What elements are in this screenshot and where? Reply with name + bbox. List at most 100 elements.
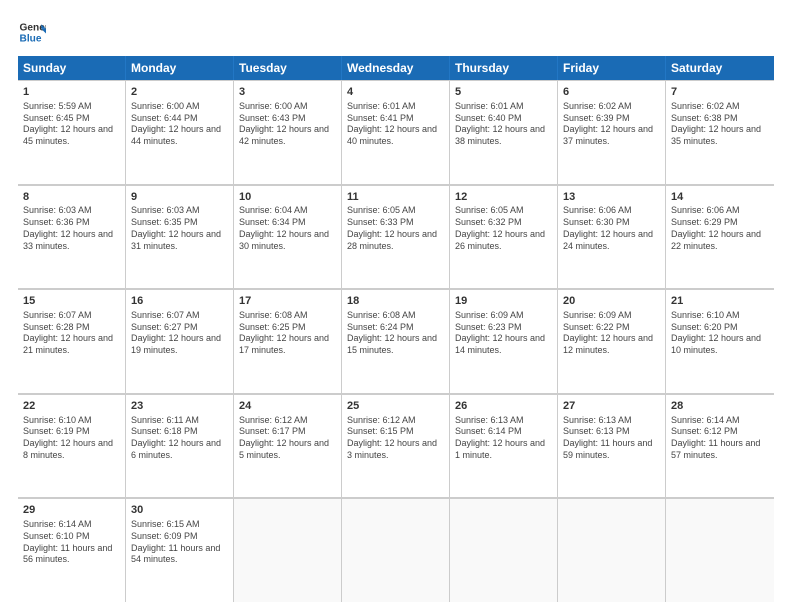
day-info: Sunrise: 6:01 AM Sunset: 6:40 PM Dayligh… bbox=[455, 101, 552, 148]
day-number: 26 bbox=[455, 399, 552, 414]
day-number: 7 bbox=[671, 85, 769, 100]
day-number: 23 bbox=[131, 399, 228, 414]
day-number: 12 bbox=[455, 190, 552, 205]
day-number: 22 bbox=[23, 399, 120, 414]
day-cell-28: 28Sunrise: 6:14 AM Sunset: 6:12 PM Dayli… bbox=[666, 394, 774, 498]
day-cell-20: 20Sunrise: 6:09 AM Sunset: 6:22 PM Dayli… bbox=[558, 289, 666, 393]
day-number: 30 bbox=[131, 503, 228, 518]
logo-icon: General Blue bbox=[18, 18, 46, 46]
calendar-row: 22Sunrise: 6:10 AM Sunset: 6:19 PM Dayli… bbox=[18, 394, 774, 499]
day-info: Sunrise: 6:08 AM Sunset: 6:25 PM Dayligh… bbox=[239, 310, 336, 357]
day-number: 24 bbox=[239, 399, 336, 414]
day-number: 5 bbox=[455, 85, 552, 100]
header: General Blue bbox=[18, 18, 774, 46]
day-cell-22: 22Sunrise: 6:10 AM Sunset: 6:19 PM Dayli… bbox=[18, 394, 126, 498]
day-number: 15 bbox=[23, 294, 120, 309]
day-cell-19: 19Sunrise: 6:09 AM Sunset: 6:23 PM Dayli… bbox=[450, 289, 558, 393]
day-info: Sunrise: 6:15 AM Sunset: 6:09 PM Dayligh… bbox=[131, 519, 228, 566]
day-cell-12: 12Sunrise: 6:05 AM Sunset: 6:32 PM Dayli… bbox=[450, 185, 558, 289]
day-cell-3: 3Sunrise: 6:00 AM Sunset: 6:43 PM Daylig… bbox=[234, 80, 342, 184]
day-info: Sunrise: 6:07 AM Sunset: 6:27 PM Dayligh… bbox=[131, 310, 228, 357]
header-day-tuesday: Tuesday bbox=[234, 56, 342, 80]
day-info: Sunrise: 6:03 AM Sunset: 6:36 PM Dayligh… bbox=[23, 205, 120, 252]
day-cell-18: 18Sunrise: 6:08 AM Sunset: 6:24 PM Dayli… bbox=[342, 289, 450, 393]
day-info: Sunrise: 6:05 AM Sunset: 6:33 PM Dayligh… bbox=[347, 205, 444, 252]
empty-cell bbox=[666, 498, 774, 602]
day-cell-8: 8Sunrise: 6:03 AM Sunset: 6:36 PM Daylig… bbox=[18, 185, 126, 289]
page: General Blue SundayMondayTuesdayWednesda… bbox=[0, 0, 792, 612]
day-cell-23: 23Sunrise: 6:11 AM Sunset: 6:18 PM Dayli… bbox=[126, 394, 234, 498]
day-cell-2: 2Sunrise: 6:00 AM Sunset: 6:44 PM Daylig… bbox=[126, 80, 234, 184]
empty-cell bbox=[342, 498, 450, 602]
day-info: Sunrise: 6:06 AM Sunset: 6:29 PM Dayligh… bbox=[671, 205, 769, 252]
day-number: 18 bbox=[347, 294, 444, 309]
day-cell-21: 21Sunrise: 6:10 AM Sunset: 6:20 PM Dayli… bbox=[666, 289, 774, 393]
day-info: Sunrise: 6:14 AM Sunset: 6:10 PM Dayligh… bbox=[23, 519, 120, 566]
day-number: 8 bbox=[23, 190, 120, 205]
day-cell-11: 11Sunrise: 6:05 AM Sunset: 6:33 PM Dayli… bbox=[342, 185, 450, 289]
day-info: Sunrise: 6:07 AM Sunset: 6:28 PM Dayligh… bbox=[23, 310, 120, 357]
day-info: Sunrise: 6:00 AM Sunset: 6:44 PM Dayligh… bbox=[131, 101, 228, 148]
day-cell-25: 25Sunrise: 6:12 AM Sunset: 6:15 PM Dayli… bbox=[342, 394, 450, 498]
day-number: 16 bbox=[131, 294, 228, 309]
day-cell-4: 4Sunrise: 6:01 AM Sunset: 6:41 PM Daylig… bbox=[342, 80, 450, 184]
day-cell-14: 14Sunrise: 6:06 AM Sunset: 6:29 PM Dayli… bbox=[666, 185, 774, 289]
day-number: 6 bbox=[563, 85, 660, 100]
day-info: Sunrise: 6:12 AM Sunset: 6:15 PM Dayligh… bbox=[347, 415, 444, 462]
day-number: 21 bbox=[671, 294, 769, 309]
day-number: 11 bbox=[347, 190, 444, 205]
day-number: 9 bbox=[131, 190, 228, 205]
day-number: 3 bbox=[239, 85, 336, 100]
day-info: Sunrise: 6:13 AM Sunset: 6:14 PM Dayligh… bbox=[455, 415, 552, 462]
day-number: 29 bbox=[23, 503, 120, 518]
day-number: 1 bbox=[23, 85, 120, 100]
header-day-wednesday: Wednesday bbox=[342, 56, 450, 80]
day-cell-17: 17Sunrise: 6:08 AM Sunset: 6:25 PM Dayli… bbox=[234, 289, 342, 393]
day-info: Sunrise: 6:05 AM Sunset: 6:32 PM Dayligh… bbox=[455, 205, 552, 252]
calendar-row: 15Sunrise: 6:07 AM Sunset: 6:28 PM Dayli… bbox=[18, 289, 774, 394]
day-info: Sunrise: 6:14 AM Sunset: 6:12 PM Dayligh… bbox=[671, 415, 769, 462]
day-number: 13 bbox=[563, 190, 660, 205]
day-info: Sunrise: 6:01 AM Sunset: 6:41 PM Dayligh… bbox=[347, 101, 444, 148]
day-info: Sunrise: 6:09 AM Sunset: 6:23 PM Dayligh… bbox=[455, 310, 552, 357]
day-info: Sunrise: 6:10 AM Sunset: 6:20 PM Dayligh… bbox=[671, 310, 769, 357]
header-day-sunday: Sunday bbox=[18, 56, 126, 80]
day-number: 10 bbox=[239, 190, 336, 205]
day-info: Sunrise: 6:02 AM Sunset: 6:38 PM Dayligh… bbox=[671, 101, 769, 148]
day-cell-6: 6Sunrise: 6:02 AM Sunset: 6:39 PM Daylig… bbox=[558, 80, 666, 184]
day-info: Sunrise: 6:02 AM Sunset: 6:39 PM Dayligh… bbox=[563, 101, 660, 148]
day-cell-27: 27Sunrise: 6:13 AM Sunset: 6:13 PM Dayli… bbox=[558, 394, 666, 498]
calendar-body: 1Sunrise: 5:59 AM Sunset: 6:45 PM Daylig… bbox=[18, 80, 774, 602]
day-number: 25 bbox=[347, 399, 444, 414]
day-cell-15: 15Sunrise: 6:07 AM Sunset: 6:28 PM Dayli… bbox=[18, 289, 126, 393]
empty-cell bbox=[450, 498, 558, 602]
day-info: Sunrise: 6:12 AM Sunset: 6:17 PM Dayligh… bbox=[239, 415, 336, 462]
day-number: 4 bbox=[347, 85, 444, 100]
day-info: Sunrise: 6:10 AM Sunset: 6:19 PM Dayligh… bbox=[23, 415, 120, 462]
calendar: SundayMondayTuesdayWednesdayThursdayFrid… bbox=[18, 56, 774, 602]
day-number: 19 bbox=[455, 294, 552, 309]
day-info: Sunrise: 6:11 AM Sunset: 6:18 PM Dayligh… bbox=[131, 415, 228, 462]
day-cell-30: 30Sunrise: 6:15 AM Sunset: 6:09 PM Dayli… bbox=[126, 498, 234, 602]
day-info: Sunrise: 6:00 AM Sunset: 6:43 PM Dayligh… bbox=[239, 101, 336, 148]
day-number: 17 bbox=[239, 294, 336, 309]
day-info: Sunrise: 6:03 AM Sunset: 6:35 PM Dayligh… bbox=[131, 205, 228, 252]
day-info: Sunrise: 6:09 AM Sunset: 6:22 PM Dayligh… bbox=[563, 310, 660, 357]
day-info: Sunrise: 6:13 AM Sunset: 6:13 PM Dayligh… bbox=[563, 415, 660, 462]
day-cell-24: 24Sunrise: 6:12 AM Sunset: 6:17 PM Dayli… bbox=[234, 394, 342, 498]
day-cell-26: 26Sunrise: 6:13 AM Sunset: 6:14 PM Dayli… bbox=[450, 394, 558, 498]
calendar-header: SundayMondayTuesdayWednesdayThursdayFrid… bbox=[18, 56, 774, 80]
day-info: Sunrise: 5:59 AM Sunset: 6:45 PM Dayligh… bbox=[23, 101, 120, 148]
day-cell-7: 7Sunrise: 6:02 AM Sunset: 6:38 PM Daylig… bbox=[666, 80, 774, 184]
day-cell-13: 13Sunrise: 6:06 AM Sunset: 6:30 PM Dayli… bbox=[558, 185, 666, 289]
header-day-saturday: Saturday bbox=[666, 56, 774, 80]
day-info: Sunrise: 6:04 AM Sunset: 6:34 PM Dayligh… bbox=[239, 205, 336, 252]
day-cell-5: 5Sunrise: 6:01 AM Sunset: 6:40 PM Daylig… bbox=[450, 80, 558, 184]
header-day-monday: Monday bbox=[126, 56, 234, 80]
calendar-row: 1Sunrise: 5:59 AM Sunset: 6:45 PM Daylig… bbox=[18, 80, 774, 185]
empty-cell bbox=[558, 498, 666, 602]
day-cell-10: 10Sunrise: 6:04 AM Sunset: 6:34 PM Dayli… bbox=[234, 185, 342, 289]
day-number: 2 bbox=[131, 85, 228, 100]
day-number: 14 bbox=[671, 190, 769, 205]
svg-text:Blue: Blue bbox=[20, 33, 42, 44]
